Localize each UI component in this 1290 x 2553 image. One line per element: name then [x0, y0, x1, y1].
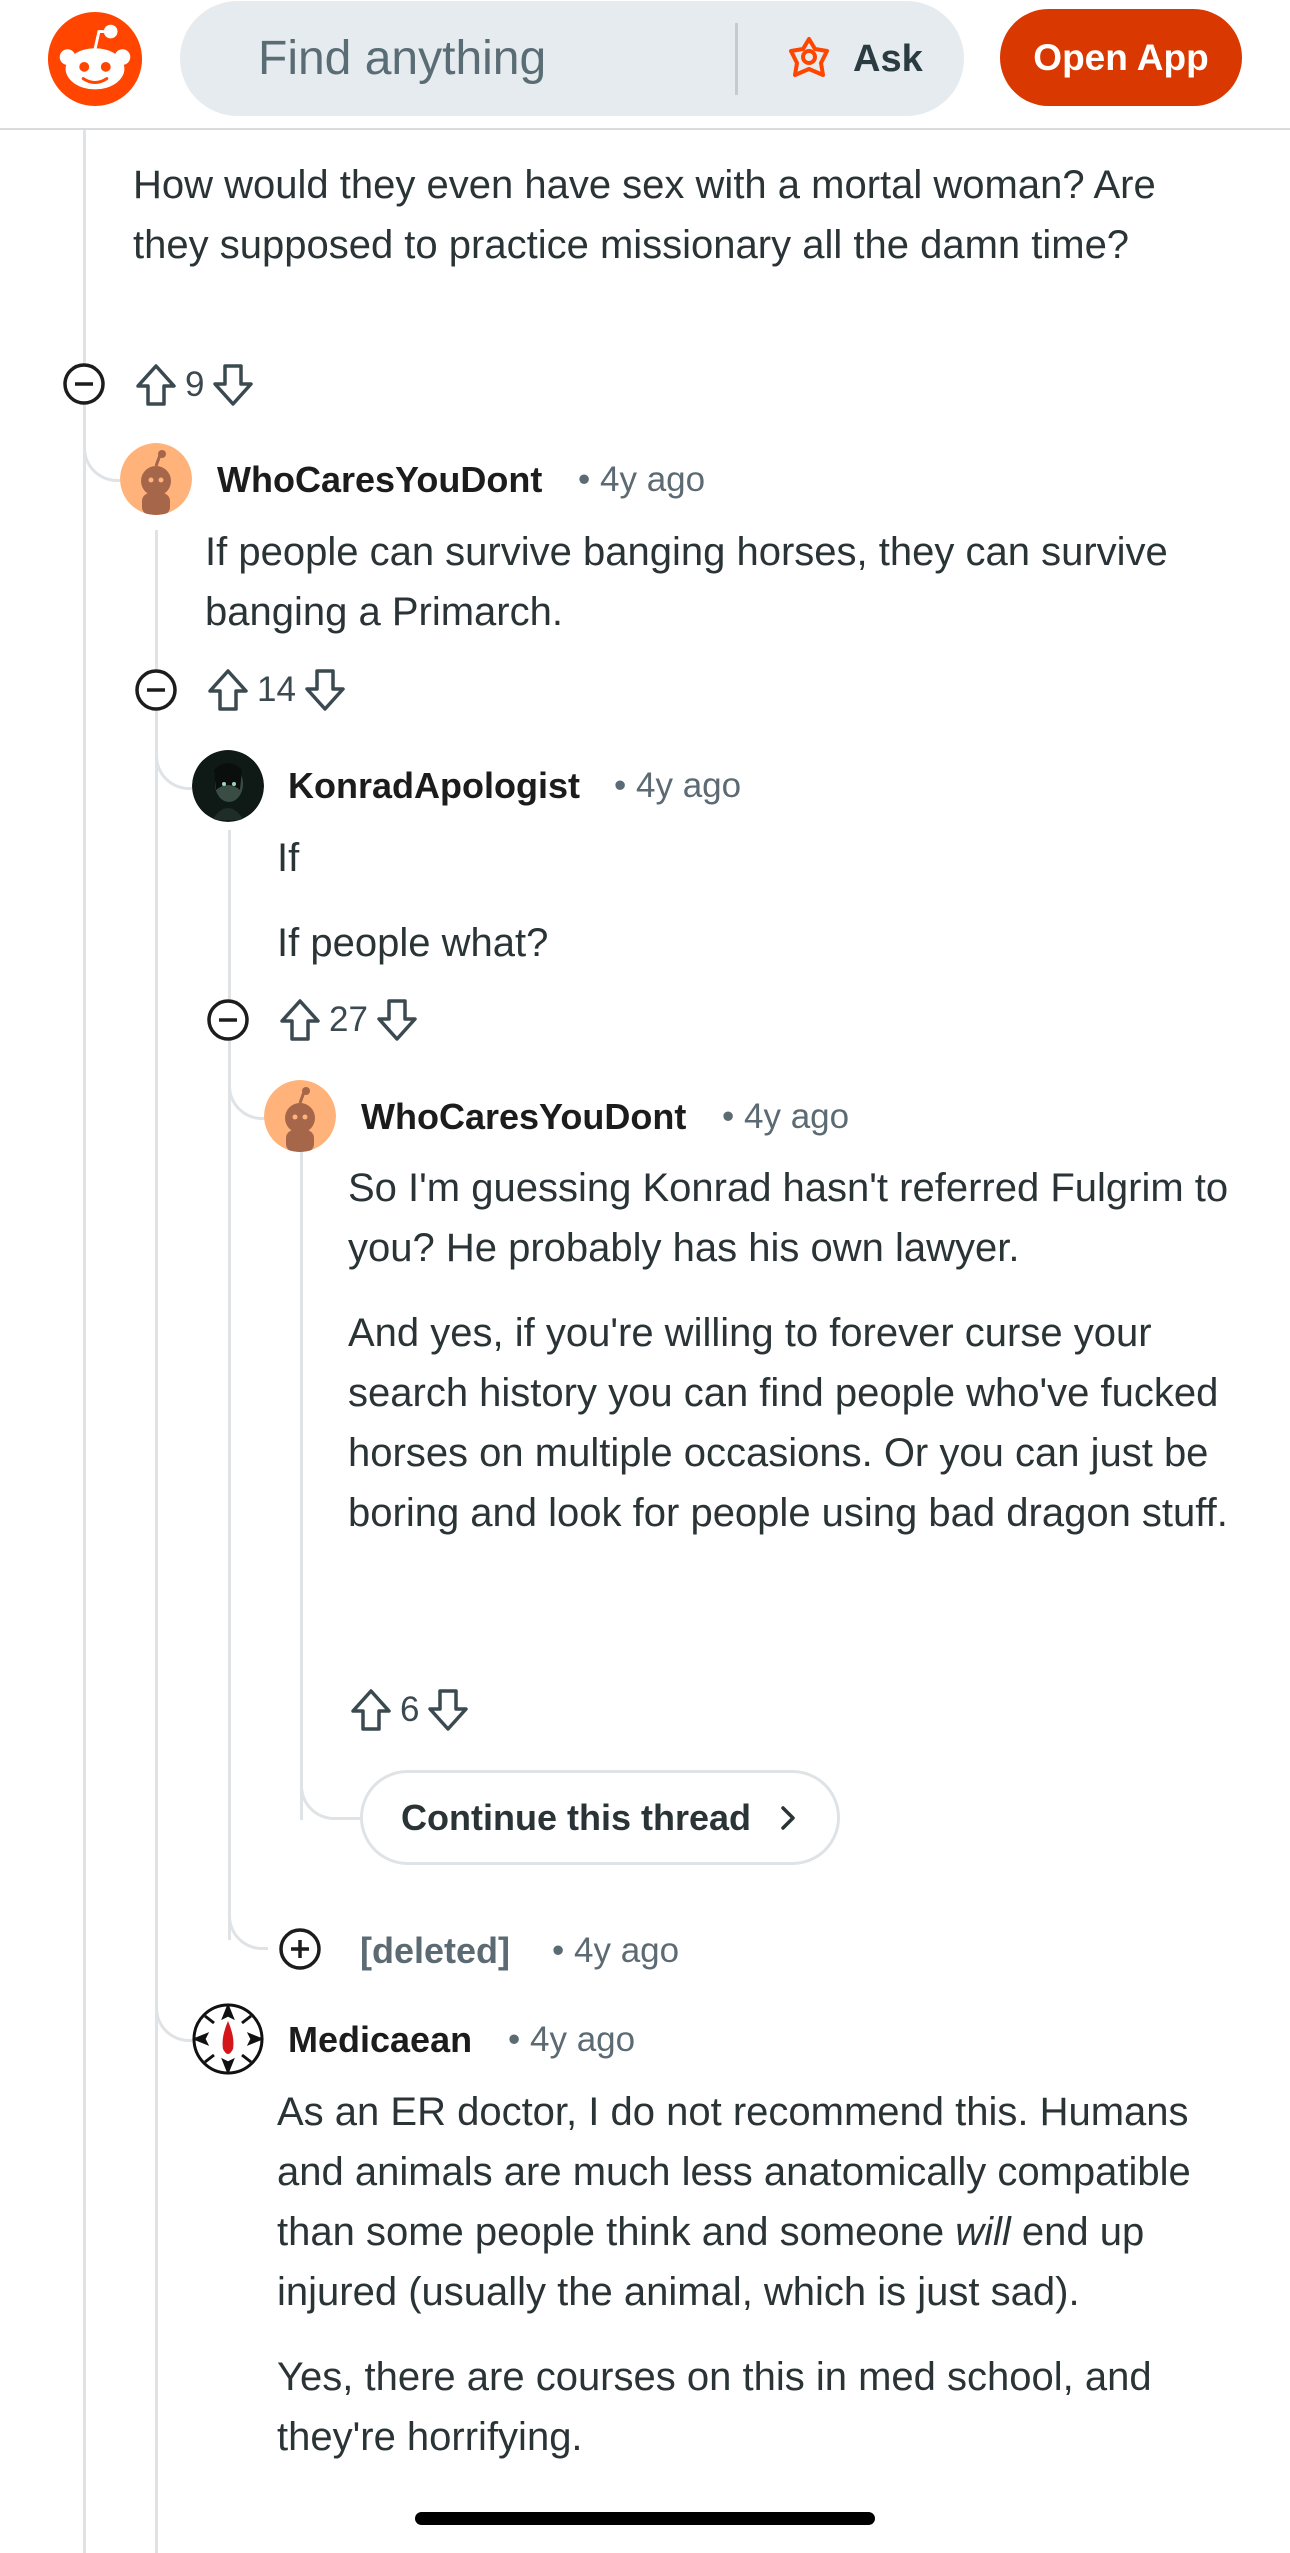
- time-ago: 4y ago: [574, 1931, 680, 1970]
- ask-button[interactable]: Ask: [785, 27, 923, 91]
- comment-body: How would they even have sex with a mort…: [133, 155, 1233, 275]
- comment-timestamp: • 4y ago: [508, 2020, 635, 2060]
- continue-thread-label: Continue this thread: [401, 1796, 751, 1838]
- thread-line-root[interactable]: [83, 130, 86, 2553]
- vote-bar: 14: [205, 660, 348, 720]
- expand-icon[interactable]: [278, 1927, 322, 1971]
- ask-label: Ask: [853, 37, 923, 80]
- comment-body: If If people what?: [277, 828, 1237, 973]
- comment-author[interactable]: WhoCaresYouDont: [217, 459, 542, 501]
- comment-paragraph: How would they even have sex with a mort…: [133, 163, 1156, 267]
- thread-connector: [83, 430, 121, 482]
- comment-paragraph: If people what?: [277, 921, 549, 965]
- comment-paragraph: Yes, there are courses on this in med sc…: [277, 2355, 1152, 2459]
- vote-count: 14: [257, 670, 296, 709]
- time-ago: 4y ago: [744, 1097, 850, 1136]
- collapse-icon[interactable]: [62, 362, 106, 406]
- comment-author-deleted: [deleted]: [360, 1930, 511, 1971]
- time-ago: 4y ago: [600, 460, 706, 499]
- search-bar[interactable]: Find anything Ask: [180, 1, 964, 116]
- emphasis-text: will: [955, 2210, 1011, 2254]
- comment-author[interactable]: Medicaean: [288, 2019, 472, 2061]
- meta-separator: •: [508, 2020, 521, 2059]
- upvote-icon[interactable]: [348, 1687, 394, 1733]
- vote-bar: 6: [348, 1680, 471, 1740]
- time-ago: 4y ago: [636, 766, 742, 805]
- thread-connector: [300, 1770, 360, 1820]
- vote-count: 6: [400, 1690, 420, 1729]
- meta-separator: •: [552, 1931, 565, 1970]
- thread-connector: [155, 740, 193, 790]
- meta-separator: •: [578, 460, 591, 499]
- upvote-icon[interactable]: [133, 362, 179, 408]
- meta-separator: •: [722, 1097, 735, 1136]
- top-bar: Find anything Ask Open App: [0, 0, 1290, 130]
- continue-thread-button[interactable]: Continue this thread: [360, 1770, 840, 1865]
- comment-body: If people can survive banging horses, th…: [205, 522, 1245, 642]
- downvote-icon[interactable]: [425, 1687, 471, 1733]
- comment-timestamp: • 4y ago: [552, 1931, 679, 1971]
- comment-timestamp: • 4y ago: [722, 1097, 849, 1137]
- collapse-icon[interactable]: [134, 668, 178, 712]
- avatar[interactable]: [192, 2003, 264, 2075]
- chevron-right-icon: [781, 1805, 795, 1830]
- comment-body: As an ER doctor, I do not recommend this…: [277, 2082, 1252, 2467]
- comment-timestamp: • 4y ago: [578, 460, 705, 500]
- thread-line-c2[interactable]: [228, 830, 231, 1940]
- home-indicator: [415, 2512, 875, 2525]
- comment-paragraph: And yes, if you're willing to forever cu…: [348, 1311, 1228, 1535]
- search-input[interactable]: Find anything: [258, 31, 546, 86]
- comment-paragraph: As an ER doctor, I do not recommend this…: [277, 2082, 1252, 2322]
- vote-count: 27: [329, 1000, 368, 1039]
- vote-bar: 27: [277, 990, 420, 1050]
- comment-author[interactable]: WhoCaresYouDont: [361, 1096, 686, 1138]
- comment-paragraph: So I'm guessing Konrad hasn't referred F…: [348, 1166, 1229, 1270]
- thread-connector: [155, 1980, 193, 2042]
- search-divider: [735, 23, 738, 95]
- thread-connector: [228, 1070, 266, 1120]
- upvote-icon[interactable]: [205, 667, 251, 713]
- avatar[interactable]: [192, 750, 264, 822]
- time-ago: 4y ago: [530, 2020, 636, 2059]
- reddit-logo-icon[interactable]: [46, 10, 144, 108]
- thread-line-c1[interactable]: [155, 530, 158, 2553]
- comment-timestamp: • 4y ago: [614, 766, 741, 806]
- vote-count: 9: [185, 365, 205, 404]
- thread-line-c3[interactable]: [300, 1150, 303, 1820]
- open-app-button[interactable]: Open App: [1000, 9, 1242, 106]
- upvote-icon[interactable]: [277, 997, 323, 1043]
- collapse-icon[interactable]: [206, 998, 250, 1042]
- vote-bar: 9: [133, 355, 256, 415]
- meta-separator: •: [614, 766, 627, 805]
- comment-paragraph: If: [277, 836, 300, 880]
- thread-connector: [228, 1900, 268, 1950]
- downvote-icon[interactable]: [302, 667, 348, 713]
- ask-icon: [785, 33, 833, 86]
- avatar[interactable]: [120, 443, 192, 515]
- comment-author[interactable]: KonradApologist: [288, 765, 580, 807]
- downvote-icon[interactable]: [374, 997, 420, 1043]
- downvote-icon[interactable]: [210, 362, 256, 408]
- comment-body: So I'm guessing Konrad hasn't referred F…: [348, 1158, 1248, 1543]
- comment-paragraph: If people can survive banging horses, th…: [205, 530, 1168, 634]
- avatar[interactable]: [264, 1080, 336, 1152]
